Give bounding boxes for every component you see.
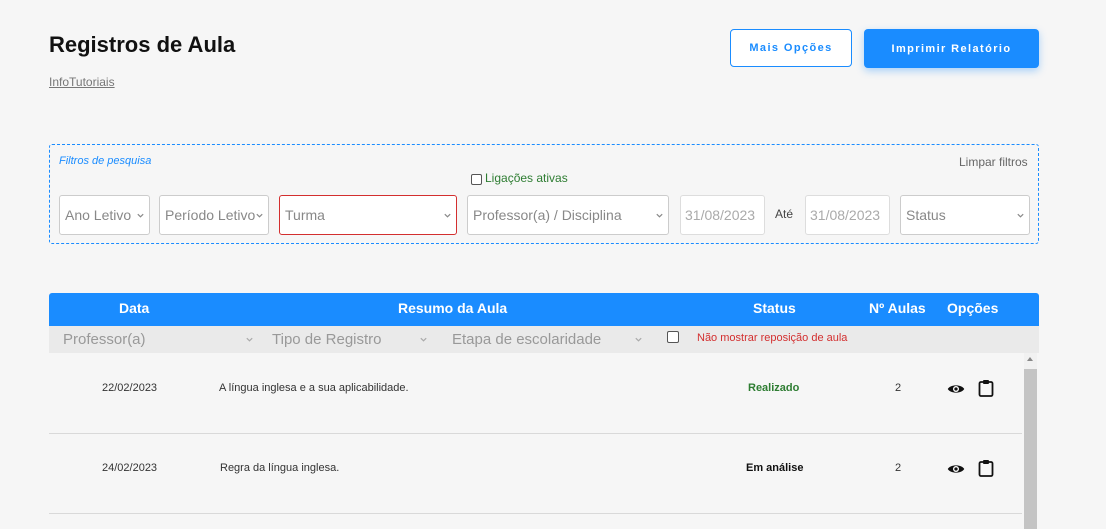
eye-icon[interactable] <box>947 383 965 395</box>
table-row: 22/02/2023 A língua inglesa e a sua apli… <box>49 353 1022 434</box>
column-header-opcoes: Opções <box>947 300 999 316</box>
active-links-label: Ligações ativas <box>485 171 568 185</box>
table-scrollbar[interactable] <box>1024 353 1037 529</box>
chevron-down-icon <box>246 337 253 342</box>
professor-subfilter-select[interactable]: Professor(a) <box>63 326 258 353</box>
chevron-down-icon <box>635 337 642 342</box>
etapa-subfilter-select[interactable]: Etapa de escolaridade <box>452 326 647 353</box>
date-to-input[interactable]: 31/08/2023 <box>805 195 890 235</box>
tipo-registro-subfilter-select[interactable]: Tipo de Registro <box>272 326 432 353</box>
clipboard-icon[interactable] <box>978 459 994 477</box>
filters-section-label: Filtros de pesquisa <box>59 155 152 167</box>
no-reposition-label: Não mostrar reposição de aula <box>697 332 848 344</box>
chevron-down-icon <box>420 337 427 342</box>
date-from-input[interactable]: 31/08/2023 <box>680 195 765 235</box>
page-title: Registros de Aula <box>49 32 236 57</box>
etapa-subfilter-value: Etapa de escolaridade <box>452 331 602 348</box>
tipo-registro-subfilter-value: Tipo de Registro <box>272 331 382 348</box>
column-header-resumo: Resumo da Aula <box>398 300 508 316</box>
clear-filters-button[interactable]: Limpar filtros <box>959 155 1028 169</box>
status-value: Status <box>906 207 946 223</box>
row-status: Em análise <box>746 462 804 474</box>
no-reposition-checkbox[interactable] <box>667 331 679 343</box>
column-header-data: Data <box>119 300 150 316</box>
table-row <box>49 513 1022 529</box>
row-date: 24/02/2023 <box>102 462 158 474</box>
subtitle-link[interactable]: InfoTutoriais <box>49 75 115 89</box>
ano-letivo-select[interactable]: Ano Letivo <box>59 195 150 235</box>
table-header: Data Resumo da Aula Status Nº Aulas Opçõ… <box>49 293 1039 326</box>
turma-select[interactable]: Turma <box>279 195 457 235</box>
periodo-letivo-select[interactable]: Período Letivo <box>159 195 269 235</box>
column-header-status: Status <box>753 300 796 316</box>
turma-value: Turma <box>285 207 325 223</box>
eye-icon[interactable] <box>947 463 965 475</box>
row-date: 22/02/2023 <box>102 382 158 394</box>
row-summary: Regra da língua inglesa. <box>220 462 340 474</box>
table-row: 24/02/2023 Regra da língua inglesa. Em a… <box>49 433 1022 514</box>
date-from-value: 31/08/2023 <box>685 207 756 223</box>
row-aulas-count: 2 <box>895 382 902 394</box>
print-report-button[interactable]: Imprimir Relatório <box>864 29 1039 68</box>
scrollbar-thumb[interactable] <box>1024 369 1037 529</box>
no-reposition-filter[interactable]: Não mostrar reposição de aula <box>667 331 847 344</box>
chevron-down-icon <box>656 213 663 218</box>
clipboard-icon[interactable] <box>978 379 994 397</box>
date-to-value: 31/08/2023 <box>810 207 881 223</box>
row-status: Realizado <box>748 382 800 394</box>
table-subfilter-bar: Professor(a) Tipo de Registro Etapa de e… <box>49 326 1039 353</box>
date-separator-label: Até <box>775 207 794 221</box>
ano-letivo-value: Ano Letivo <box>65 207 132 223</box>
row-aulas-count: 2 <box>895 462 902 474</box>
column-header-n-aulas: Nº Aulas <box>869 300 926 316</box>
periodo-letivo-value: Período Letivo <box>165 207 255 223</box>
professor-disciplina-value: Professor(a) / Disciplina <box>473 207 622 223</box>
professor-subfilter-value: Professor(a) <box>63 331 146 348</box>
status-select[interactable]: Status <box>900 195 1030 235</box>
row-summary: A língua inglesa e a sua aplicabilidade. <box>219 382 409 394</box>
chevron-down-icon <box>137 213 144 218</box>
chevron-down-icon <box>444 213 451 218</box>
professor-disciplina-select[interactable]: Professor(a) / Disciplina <box>467 195 669 235</box>
chevron-down-icon <box>1017 213 1024 218</box>
scroll-up-arrow-icon[interactable] <box>1027 357 1033 361</box>
more-options-button[interactable]: Mais Opções <box>730 29 852 67</box>
active-links-checkbox[interactable] <box>471 174 482 185</box>
active-links-toggle[interactable]: Ligações ativas <box>471 171 568 185</box>
chevron-down-icon <box>256 213 263 218</box>
